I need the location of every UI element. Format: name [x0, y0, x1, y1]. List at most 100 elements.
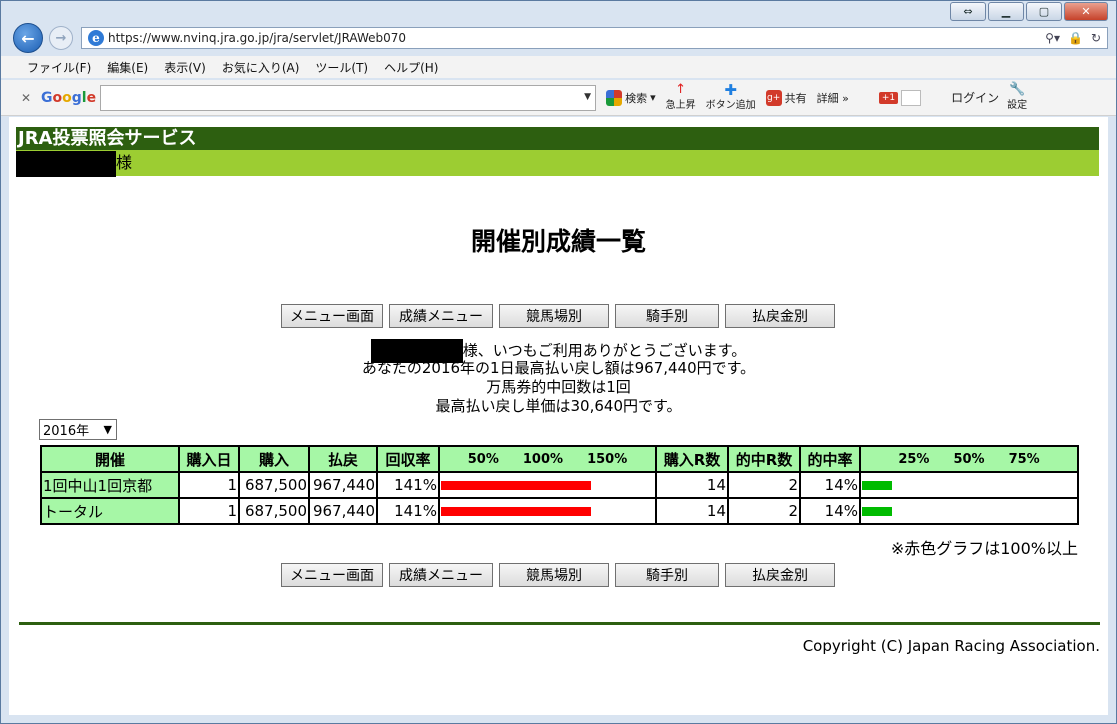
col-races: 購入R数	[655, 445, 729, 473]
close-button[interactable]: ✕	[1064, 2, 1108, 21]
settings-button[interactable]: 🔧 設定	[1007, 82, 1027, 111]
trending-label: 急上昇	[665, 100, 696, 111]
max-unit-line: 最高払い戻し単価は30,640円です。	[435, 397, 682, 415]
redacted-username	[16, 150, 116, 177]
table-row: トータル 1 687,500 967,440 141% 14 2 14%	[40, 497, 1079, 525]
search-icon[interactable]: ⚲▾	[1045, 31, 1060, 45]
copyright: Copyright (C) Japan Racing Association.	[802, 637, 1100, 655]
col-purchase: 購入	[238, 445, 310, 473]
row-label: トータル	[40, 497, 180, 525]
address-tools: ⚲▾ 🔒 ↻	[1045, 31, 1107, 45]
login-button[interactable]: ログイン	[951, 89, 999, 106]
google-search-input[interactable]: ▼	[100, 84, 597, 111]
menu-bar: ファイル(F) 編集(E) 表示(V) お気に入り(A) ツール(T) ヘルプ(…	[1, 56, 1116, 78]
cell-hit-rate: 14%	[799, 471, 861, 499]
by-payout-button[interactable]: 払戻金別	[725, 304, 835, 328]
scale-100: 100%	[522, 451, 564, 467]
chevron-down-icon: ▼	[103, 423, 112, 436]
by-jockey-button[interactable]: 騎手別	[615, 304, 719, 328]
user-bar: 様	[16, 150, 1099, 177]
cell-hit-rate: 14%	[799, 497, 861, 525]
return-bar	[441, 506, 591, 516]
menu-edit[interactable]: 編集(E)	[107, 59, 148, 76]
menu-view[interactable]: 表示(V)	[164, 59, 206, 76]
footer-divider	[19, 622, 1100, 625]
window-controls: ⇔ ▁ ▢ ✕	[950, 2, 1108, 21]
menu-file[interactable]: ファイル(F)	[27, 59, 91, 76]
ie-logo-icon: e	[88, 30, 104, 46]
url-text[interactable]: https://www.nvinq.jra.go.jp/jra/servlet/…	[108, 31, 1045, 45]
hit-bar	[862, 506, 892, 516]
cell-return-rate: 141%	[376, 471, 440, 499]
plusone-button[interactable]: +1	[878, 89, 922, 106]
by-payout-button[interactable]: 払戻金別	[725, 563, 835, 587]
cell-hit-graph	[859, 497, 1079, 525]
results-menu-button[interactable]: 成績メニュー	[389, 304, 493, 328]
add-button-label: ボタン追加	[705, 100, 756, 111]
address-bar[interactable]: e https://www.nvinq.jra.go.jp/jra/servle…	[81, 27, 1108, 49]
by-racecourse-button[interactable]: 競馬場別	[499, 563, 609, 587]
by-racecourse-button[interactable]: 競馬場別	[499, 304, 609, 328]
close-toolbar-icon[interactable]: ✕	[21, 91, 35, 105]
menu-screen-button[interactable]: メニュー画面	[281, 563, 383, 587]
cell-purchase: 687,500	[238, 497, 310, 525]
cell-payout: 967,440	[308, 497, 378, 525]
results-table: 開催 購入日 購入 払戻 回収率 50% 100% 150% 購入R数 的中R数…	[40, 445, 1079, 525]
cell-return-graph	[438, 497, 657, 525]
cell-days: 1	[178, 497, 240, 525]
minimize-button[interactable]: ▁	[988, 2, 1024, 21]
add-button[interactable]: ✚ ボタン追加	[705, 81, 756, 112]
scale-50: 50%	[953, 451, 985, 467]
restore-icon[interactable]: ⇔	[950, 2, 986, 21]
plus-icon: ✚	[724, 81, 737, 99]
col-hit-rate: 的中率	[799, 445, 861, 473]
up-arrow-icon: ↑	[675, 82, 687, 97]
share-button[interactable]: g+ 共有	[765, 89, 807, 106]
user-suffix: 様	[116, 153, 133, 172]
cell-races: 14	[655, 497, 729, 525]
maximize-button[interactable]: ▢	[1026, 2, 1062, 21]
trending-button[interactable]: ↑ 急上昇	[665, 82, 696, 111]
google-multicolor-icon	[606, 89, 623, 106]
gplus-icon: g+	[765, 89, 782, 106]
nav-buttons-top: メニュー画面 成績メニュー 競馬場別 騎手別 払戻金別	[281, 304, 835, 328]
by-jockey-button[interactable]: 騎手別	[615, 563, 719, 587]
chevron-down-icon[interactable]: ▼	[584, 92, 591, 102]
max-payout-line: あなたの2016年の1日最高払い戻し額は967,440円です。	[361, 359, 756, 377]
nav-buttons-bottom: メニュー画面 成績メニュー 競馬場別 騎手別 払戻金別	[281, 563, 835, 587]
row-label: 1回中山1回京都	[40, 471, 180, 499]
detail-label: 詳細 »	[816, 91, 849, 105]
scale-75: 75%	[1008, 451, 1040, 467]
col-return-rate: 回収率	[376, 445, 440, 473]
return-bar	[441, 480, 591, 490]
cell-hit-graph	[859, 471, 1079, 499]
menu-screen-button[interactable]: メニュー画面	[281, 304, 383, 328]
search-label: 検索	[625, 91, 648, 105]
year-select[interactable]: 2016年 ▼	[39, 419, 117, 440]
google-toolbar: ✕ Google ▼ 検索 ▾ ↑ 急上昇 ✚ ボタン追加 g+ 共有 詳細 » +1…	[1, 80, 1116, 116]
hit-bar	[862, 480, 892, 490]
plusone-badge: +1	[878, 91, 899, 104]
detail-button[interactable]: 詳細 »	[817, 90, 849, 106]
menu-tools[interactable]: ツール(T)	[315, 59, 368, 76]
forward-button[interactable]: →	[49, 26, 73, 50]
return-scale: 50% 100% 150%	[441, 452, 654, 467]
search-button[interactable]: 検索 ▾	[606, 89, 656, 106]
scale-50: 50%	[467, 451, 499, 467]
refresh-icon[interactable]: ↻	[1091, 31, 1101, 45]
cell-payout: 967,440	[308, 471, 378, 499]
cell-return-graph	[438, 471, 657, 499]
menu-help[interactable]: ヘルプ(H)	[384, 59, 438, 76]
scale-150: 150%	[587, 451, 628, 467]
menu-favorites[interactable]: お気に入り(A)	[222, 59, 300, 76]
hit-scale: 25% 50% 75%	[862, 452, 1076, 467]
wrench-icon: 🔧	[1009, 82, 1026, 97]
cell-hits: 2	[727, 471, 801, 499]
cell-hits: 2	[727, 497, 801, 525]
address-row: ← → e https://www.nvinq.jra.go.jp/jra/se…	[1, 23, 1116, 53]
page-content: JRA投票照会サービス 様 開催別成績一覧 メニュー画面 成績メニュー 競馬場別…	[9, 117, 1108, 715]
results-menu-button[interactable]: 成績メニュー	[389, 563, 493, 587]
lock-icon[interactable]: 🔒	[1068, 31, 1083, 45]
cell-return-rate: 141%	[376, 497, 440, 525]
back-button[interactable]: ←	[13, 23, 43, 53]
